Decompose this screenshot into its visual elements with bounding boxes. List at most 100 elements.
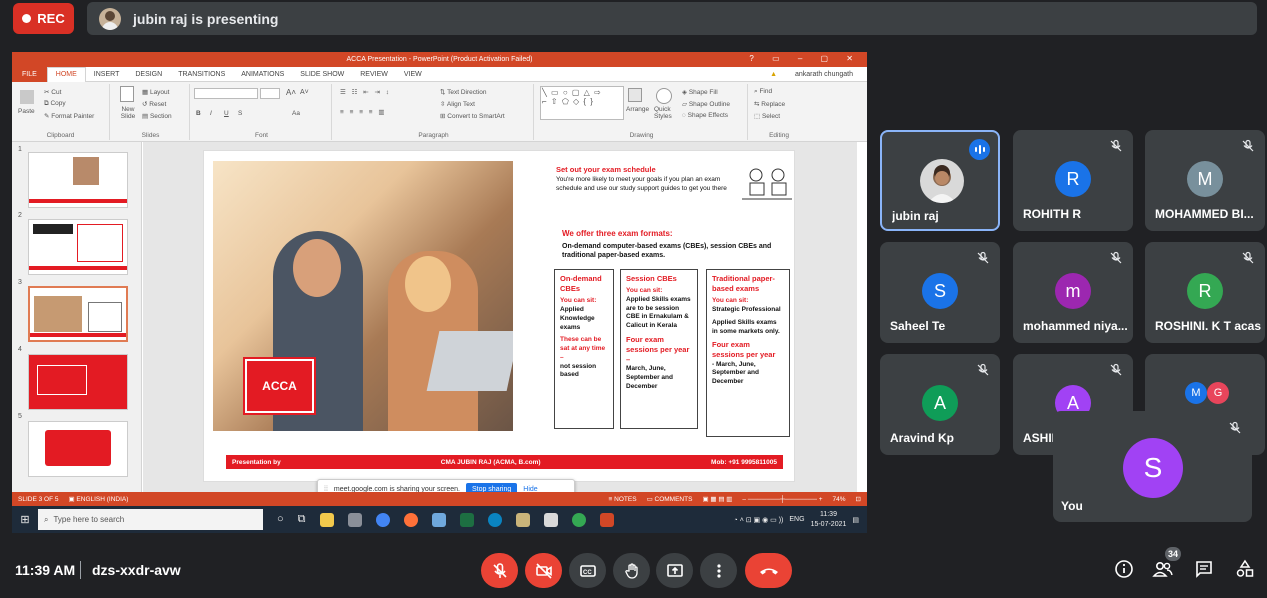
- view-buttons[interactable]: ▣ ▦ ▤ ▥: [702, 495, 732, 503]
- participant-tile[interactable]: S Saheel Te: [880, 242, 1000, 343]
- font-name-select[interactable]: [194, 88, 258, 99]
- participant-tile[interactable]: M MOHAMMED BI...: [1145, 130, 1265, 231]
- chat-button[interactable]: [1192, 557, 1216, 581]
- convert-smartart-button[interactable]: ⊞ Convert to SmartArt: [440, 112, 505, 120]
- find-button[interactable]: ⌕ Find: [754, 88, 772, 96]
- slide-thumbnail-4[interactable]: [28, 354, 128, 410]
- align-buttons[interactable]: ≡ ≡ ≡ ≡ ▥: [340, 108, 387, 116]
- replace-button[interactable]: ⇆ Replace: [754, 100, 785, 108]
- copy-button[interactable]: ⧉ Copy: [44, 100, 66, 108]
- leave-call-button[interactable]: [745, 553, 792, 588]
- participant-name: jubin raj: [892, 209, 939, 223]
- edge-icon[interactable]: [487, 512, 502, 527]
- thumbnail-number: 5: [18, 413, 22, 420]
- file-explorer-icon[interactable]: [319, 512, 334, 527]
- shape-effects-button[interactable]: ◌ Shape Effects: [682, 112, 728, 119]
- tab-animations[interactable]: ANIMATIONS: [233, 71, 292, 78]
- meeting-code[interactable]: dzs-xxdr-avw: [92, 562, 181, 578]
- captions-button[interactable]: CC: [569, 553, 606, 588]
- tab-slide-show[interactable]: SLIDE SHOW: [292, 71, 352, 78]
- zoom-level[interactable]: 74%: [833, 496, 846, 503]
- reset-button[interactable]: ↺ Reset: [142, 100, 166, 108]
- excel-icon[interactable]: [459, 512, 474, 527]
- paint-icon[interactable]: [515, 512, 530, 527]
- section-button[interactable]: ▤ Section: [142, 112, 172, 120]
- font-size-select[interactable]: [260, 88, 280, 99]
- task-view-icon[interactable]: ⧉: [298, 513, 306, 527]
- recording-badge[interactable]: REC: [13, 3, 74, 34]
- bold-button[interactable]: B: [196, 110, 201, 117]
- tab-file[interactable]: FILE: [12, 66, 47, 82]
- more-options-button[interactable]: [700, 553, 737, 588]
- presenting-banner[interactable]: jubin raj is presenting: [87, 2, 1257, 35]
- chrome-profile-icon[interactable]: [571, 512, 586, 527]
- participant-tile[interactable]: m mohammed niya...: [1013, 242, 1133, 343]
- text-direction-button[interactable]: ⇅ Text Direction: [440, 88, 487, 96]
- meeting-details-button[interactable]: [1112, 557, 1136, 581]
- language-status[interactable]: ▣ ENGLISH (INDIA): [68, 495, 128, 503]
- people-button[interactable]: [1151, 557, 1175, 581]
- align-text-button[interactable]: ⇳ Align Text: [440, 100, 475, 108]
- ppt-user[interactable]: ▲ ankarath chungath: [754, 71, 867, 78]
- chrome-icon[interactable]: [375, 512, 390, 527]
- strikethrough-button[interactable]: S: [238, 110, 242, 117]
- comments-button[interactable]: ▭ COMMENTS: [647, 495, 693, 503]
- activities-button[interactable]: [1233, 557, 1257, 581]
- taskbar-search-input[interactable]: ⌕ Type here to search: [38, 509, 263, 530]
- italic-button[interactable]: I: [210, 110, 212, 117]
- decrease-font-button[interactable]: A˅: [300, 89, 309, 96]
- arrange-button[interactable]: Arrange: [626, 106, 649, 113]
- notes-button[interactable]: ≡ NOTES: [609, 496, 637, 503]
- footer-presenter: CMA JUBIN RAJ (ACMA, B.com): [440, 458, 541, 466]
- mic-toggle-button[interactable]: [481, 553, 518, 588]
- participant-tile[interactable]: A Aravind Kp: [880, 354, 1000, 455]
- fit-slide-icon[interactable]: ⊡: [856, 495, 861, 503]
- tab-view[interactable]: VIEW: [396, 71, 430, 78]
- firefox-icon[interactable]: [403, 512, 418, 527]
- slide-thumbnail-2[interactable]: [28, 219, 128, 275]
- app-icon[interactable]: [431, 512, 446, 527]
- new-slide-button[interactable]: New Slide: [116, 106, 140, 120]
- raise-hand-button[interactable]: [613, 553, 650, 588]
- cortana-icon[interactable]: ○: [277, 513, 284, 527]
- participant-tile[interactable]: jubin raj: [880, 130, 1000, 231]
- select-button[interactable]: ⬚ Select: [754, 112, 780, 120]
- participant-tile[interactable]: R ROSHINI. K T acas: [1145, 242, 1265, 343]
- tray-icons[interactable]: ◔ ˄ ⊡ ▣ ◉ ▭ )): [734, 516, 784, 524]
- taskbar-clock[interactable]: 11:39 15-07-2021: [811, 510, 847, 528]
- shapes-gallery[interactable]: ╲ ▭ ○ ▢ △ ⇨ ⌐ ⇧ ⬠ ◇ { }: [540, 86, 624, 120]
- zoom-slider[interactable]: – ───────┼─────── +: [742, 496, 822, 503]
- cut-button[interactable]: ✂ Cut: [44, 88, 61, 96]
- slide-thumbnail-1[interactable]: [28, 152, 128, 208]
- tab-transitions[interactable]: TRANSITIONS: [170, 71, 233, 78]
- format-painter-button[interactable]: ✎ Format Painter: [44, 112, 94, 120]
- tab-design[interactable]: DESIGN: [127, 71, 170, 78]
- slide-thumbnail-3[interactable]: [28, 286, 128, 342]
- camera-toggle-button[interactable]: [525, 553, 562, 588]
- present-screen-button[interactable]: [656, 553, 693, 588]
- windows-start-icon[interactable]: ⊞: [12, 513, 38, 526]
- slide-thumbnail-5[interactable]: [28, 421, 128, 477]
- calculator-icon[interactable]: [347, 512, 362, 527]
- underline-button[interactable]: U: [224, 110, 229, 117]
- powerpoint-icon[interactable]: [599, 512, 614, 527]
- input-language[interactable]: ENG: [789, 516, 804, 523]
- tab-review[interactable]: REVIEW: [352, 71, 396, 78]
- shape-outline-button[interactable]: ▱ Shape Outline: [682, 100, 730, 108]
- slide-heading-schedule: Set out your exam schedule: [556, 165, 656, 174]
- notifications-icon[interactable]: ▤: [852, 516, 859, 524]
- self-view-tile[interactable]: S You: [1053, 411, 1252, 522]
- participant-tile[interactable]: R ROHITH R: [1013, 130, 1133, 231]
- current-slide[interactable]: ACCA Set out your exam schedule You're m…: [203, 150, 795, 482]
- tab-home[interactable]: HOME: [46, 66, 86, 82]
- layout-button[interactable]: ▦ Layout: [142, 88, 169, 96]
- avatar: S: [1123, 438, 1183, 498]
- increase-font-button[interactable]: A˄: [286, 88, 296, 97]
- quick-styles-button[interactable]: Quick Styles: [654, 106, 678, 120]
- shape-fill-button[interactable]: ◈ Shape Fill: [682, 88, 718, 96]
- document-icon[interactable]: [543, 512, 558, 527]
- tab-insert[interactable]: INSERT: [86, 71, 128, 78]
- list-buttons[interactable]: ☰ ☷ ⇤ ⇥ ↕: [340, 88, 391, 96]
- change-case-button[interactable]: Aa: [292, 110, 300, 117]
- paste-button[interactable]: Paste: [18, 108, 35, 115]
